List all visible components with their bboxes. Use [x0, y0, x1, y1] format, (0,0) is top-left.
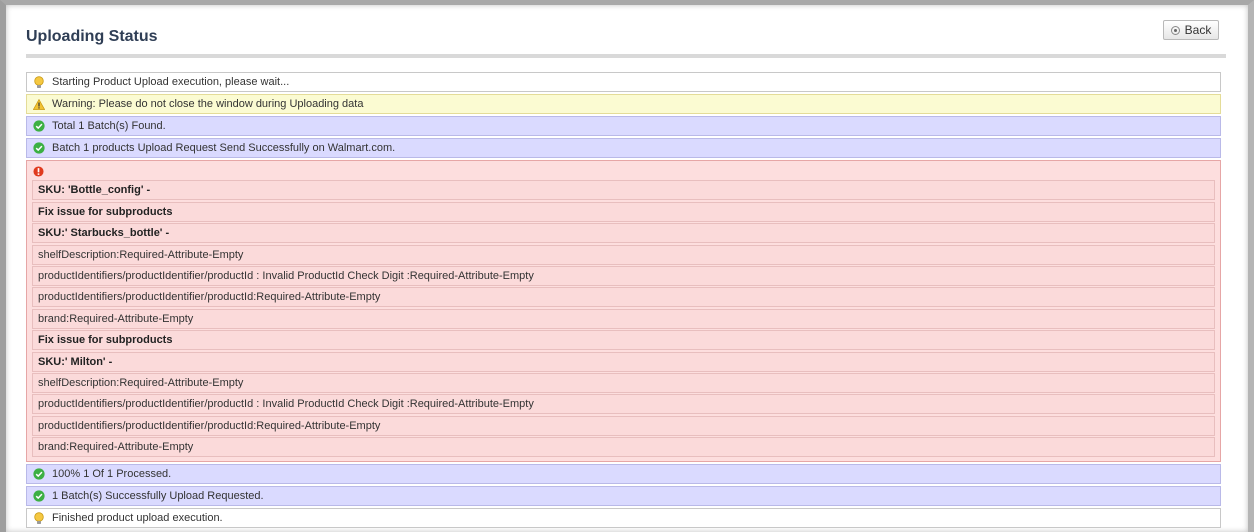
note-message: Finished product upload execution.	[26, 508, 1221, 529]
success-message: 100% 1 Of 1 Processed.	[26, 464, 1221, 485]
back-button[interactable]: Back	[1163, 20, 1219, 40]
check-circle-icon	[33, 120, 45, 132]
error-line: productIdentifiers/productIdentifier/pro…	[32, 265, 1215, 286]
lightbulb-icon	[34, 511, 44, 524]
error-line: Fix issue for subproducts	[32, 201, 1215, 222]
warning-message: Warning: Please do not close the window …	[26, 94, 1221, 114]
error-line: productIdentifiers/productIdentifier/pro…	[32, 394, 1215, 415]
success-message: 1 Batch(s) Successfully Upload Requested…	[26, 486, 1221, 507]
check-circle-icon	[33, 142, 45, 154]
message-text: Finished product upload execution.	[52, 512, 223, 525]
success-message: Batch 1 products Upload Request Send Suc…	[26, 138, 1221, 158]
error-line: brand:Required-Attribute-Empty	[32, 308, 1215, 329]
error-line: shelfDescription:Required-Attribute-Empt…	[32, 372, 1215, 393]
success-message: Total 1 Batch(s) Found.	[26, 116, 1221, 136]
error-line: Fix issue for subproducts	[32, 330, 1215, 351]
error-line: SKU: 'Bottle_config' -	[32, 180, 1215, 201]
error-line: brand:Required-Attribute-Empty	[32, 437, 1215, 458]
message-text: Starting Product Upload execution, pleas…	[52, 76, 290, 88]
check-circle-icon	[33, 490, 45, 502]
message-text: Warning: Please do not close the window …	[52, 98, 364, 110]
message-text: Total 1 Batch(s) Found.	[52, 120, 166, 132]
back-icon	[1170, 25, 1180, 35]
error-line: productIdentifiers/productIdentifier/pro…	[32, 287, 1215, 308]
message-text: 1 Batch(s) Successfully Upload Requested…	[52, 490, 264, 503]
error-line: SKU:' Starbucks_bottle' -	[32, 223, 1215, 244]
page-header: Uploading Status Back	[26, 20, 1226, 58]
error-line: productIdentifiers/productIdentifier/pro…	[32, 415, 1215, 436]
error-line: shelfDescription:Required-Attribute-Empt…	[32, 244, 1215, 265]
status-messages: Starting Product Upload execution, pleas…	[26, 72, 1221, 530]
error-block: SKU: 'Bottle_config' - Fix issue for subp…	[26, 160, 1221, 463]
message-text: 100% 1 Of 1 Processed.	[52, 468, 172, 481]
error-icon	[33, 165, 44, 177]
back-button-label: Back	[1184, 23, 1212, 37]
page-title: Uploading Status	[26, 28, 158, 45]
lightbulb-icon	[34, 75, 44, 88]
error-line: SKU:' Milton' -	[32, 351, 1215, 372]
warning-icon	[33, 98, 45, 110]
note-message: Starting Product Upload execution, pleas…	[26, 72, 1221, 92]
message-text: Batch 1 products Upload Request Send Suc…	[52, 142, 396, 154]
check-circle-icon	[33, 468, 45, 480]
